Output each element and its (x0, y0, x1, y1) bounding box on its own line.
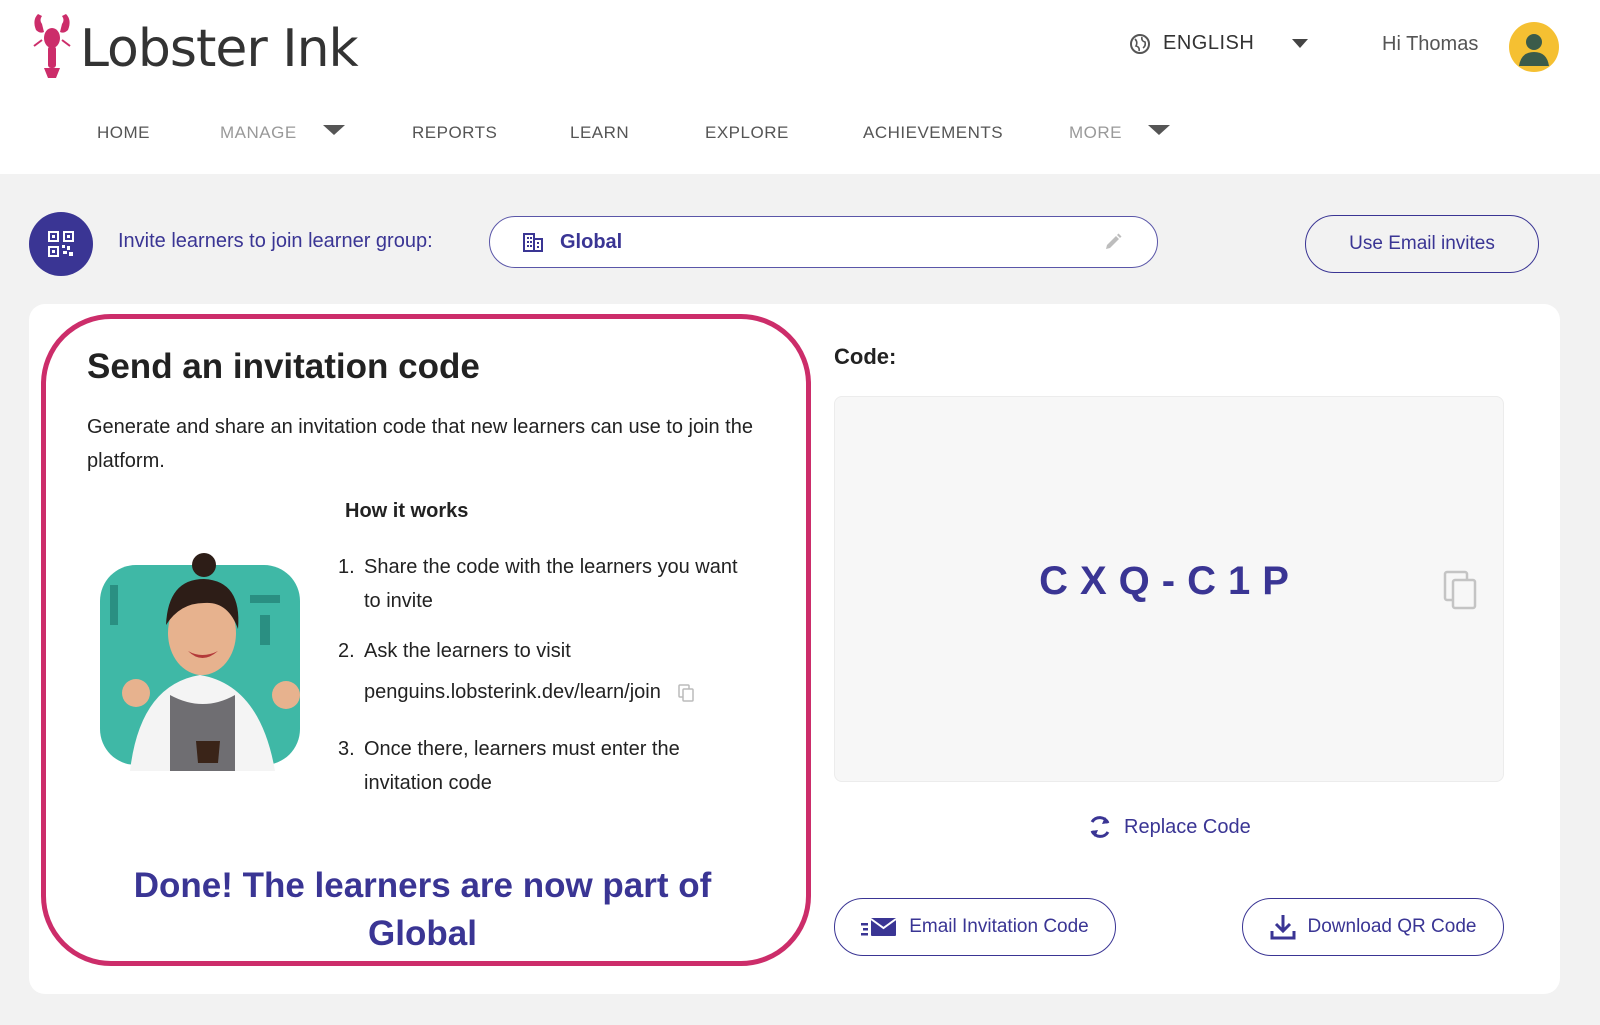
chevron-down-icon (1148, 125, 1170, 135)
done-message: Done! The learners are now part of Globa… (133, 866, 712, 953)
code-label: Code: (834, 344, 897, 369)
nav-explore[interactable]: EXPLORE (705, 123, 789, 143)
send-email-icon (861, 918, 897, 936)
learner-group-value: Global (560, 230, 623, 253)
user-greeting: Hi Thomas (1382, 33, 1479, 55)
step-item: 3. Once there, learners must enter the i… (338, 732, 758, 800)
nav-learn[interactable]: LEARN (570, 123, 629, 143)
email-invitation-code-button[interactable]: Email Invitation Code (834, 898, 1116, 956)
step-number: 1. (338, 556, 355, 578)
nav-reports-label: REPORTS (412, 123, 498, 142)
section-description: Generate and share an invitation code th… (87, 416, 753, 472)
join-url[interactable]: penguins.lobsterink.dev/learn/join (364, 681, 661, 703)
pencil-icon[interactable] (1103, 232, 1123, 252)
chevron-down-icon (322, 125, 345, 135)
lobster-logo-icon (33, 14, 71, 78)
building-icon (523, 233, 543, 252)
logo-text: Lobster Ink (80, 19, 359, 79)
nav-manage-label: MANAGE (220, 123, 297, 142)
download-icon (1270, 915, 1295, 940)
copy-code-icon[interactable] (1443, 570, 1477, 610)
qr-code-badge (29, 212, 93, 276)
nav-explore-label: EXPLORE (705, 123, 789, 142)
step-text: Share the code with the learners you wan… (364, 556, 738, 612)
nav-home[interactable]: HOME (97, 123, 150, 143)
download-qr-code-button[interactable]: Download QR Code (1242, 898, 1504, 956)
section-title: Send an invitation code (87, 347, 480, 386)
nav-reports[interactable]: REPORTS (412, 123, 497, 143)
invitation-code: CXQ-C1P (1039, 559, 1301, 603)
replace-code-label: Replace Code (1124, 815, 1251, 838)
step-item: 1. Share the code with the learners you … (338, 550, 758, 618)
step-text: Ask the learners to visit (364, 640, 571, 662)
nav-manage[interactable]: MANAGE (220, 123, 345, 143)
language-label: ENGLISH (1163, 32, 1255, 54)
language-selector[interactable]: ENGLISH (1129, 32, 1309, 55)
download-qr-code-label: Download QR Code (1307, 916, 1477, 937)
user-avatar[interactable] (1509, 22, 1559, 72)
nav-more-label: MORE (1069, 123, 1122, 142)
steps-list: 1. Share the code with the learners you … (338, 550, 758, 816)
step-text: Once there, learners must enter the invi… (364, 738, 680, 794)
refresh-icon (1090, 816, 1110, 838)
invite-label: Invite learners to join learner group: (118, 230, 433, 252)
nav-achievements[interactable]: ACHIEVEMENTS (863, 123, 1003, 143)
chevron-down-icon (1292, 39, 1309, 48)
step-number: 3. (338, 738, 355, 760)
how-it-works-title: How it works (345, 500, 469, 522)
globe-icon (1130, 33, 1150, 54)
nav-home-label: HOME (97, 123, 150, 142)
nav-achievements-label: ACHIEVEMENTS (863, 123, 1004, 142)
nav-learn-label: LEARN (570, 123, 630, 142)
top-header: Lobster Ink ENGLISH Hi Thomas HOME MANAG… (0, 0, 1600, 174)
lobster-ink-logo[interactable]: Lobster Ink (30, 10, 359, 80)
step-number: 2. (338, 640, 355, 662)
use-email-invites-button[interactable]: Use Email invites (1305, 215, 1539, 273)
email-invitation-code-label: Email Invitation Code (909, 916, 1089, 937)
replace-code-button[interactable]: Replace Code (1086, 813, 1251, 841)
qr-code-icon (48, 231, 74, 257)
copy-url-icon[interactable] (678, 683, 695, 702)
step-item: 2. Ask the learners to visit penguins.lo… (338, 634, 758, 716)
code-display-box: CXQ-C1P (834, 396, 1504, 782)
user-avatar-icon (1519, 34, 1549, 66)
learner-group-select[interactable]: Global (489, 216, 1158, 268)
nav-more[interactable]: MORE (1069, 123, 1170, 143)
main-nav: HOME MANAGE REPORTS LEARN EXPLORE ACHIEV… (0, 123, 1200, 153)
learner-photo (100, 553, 300, 771)
